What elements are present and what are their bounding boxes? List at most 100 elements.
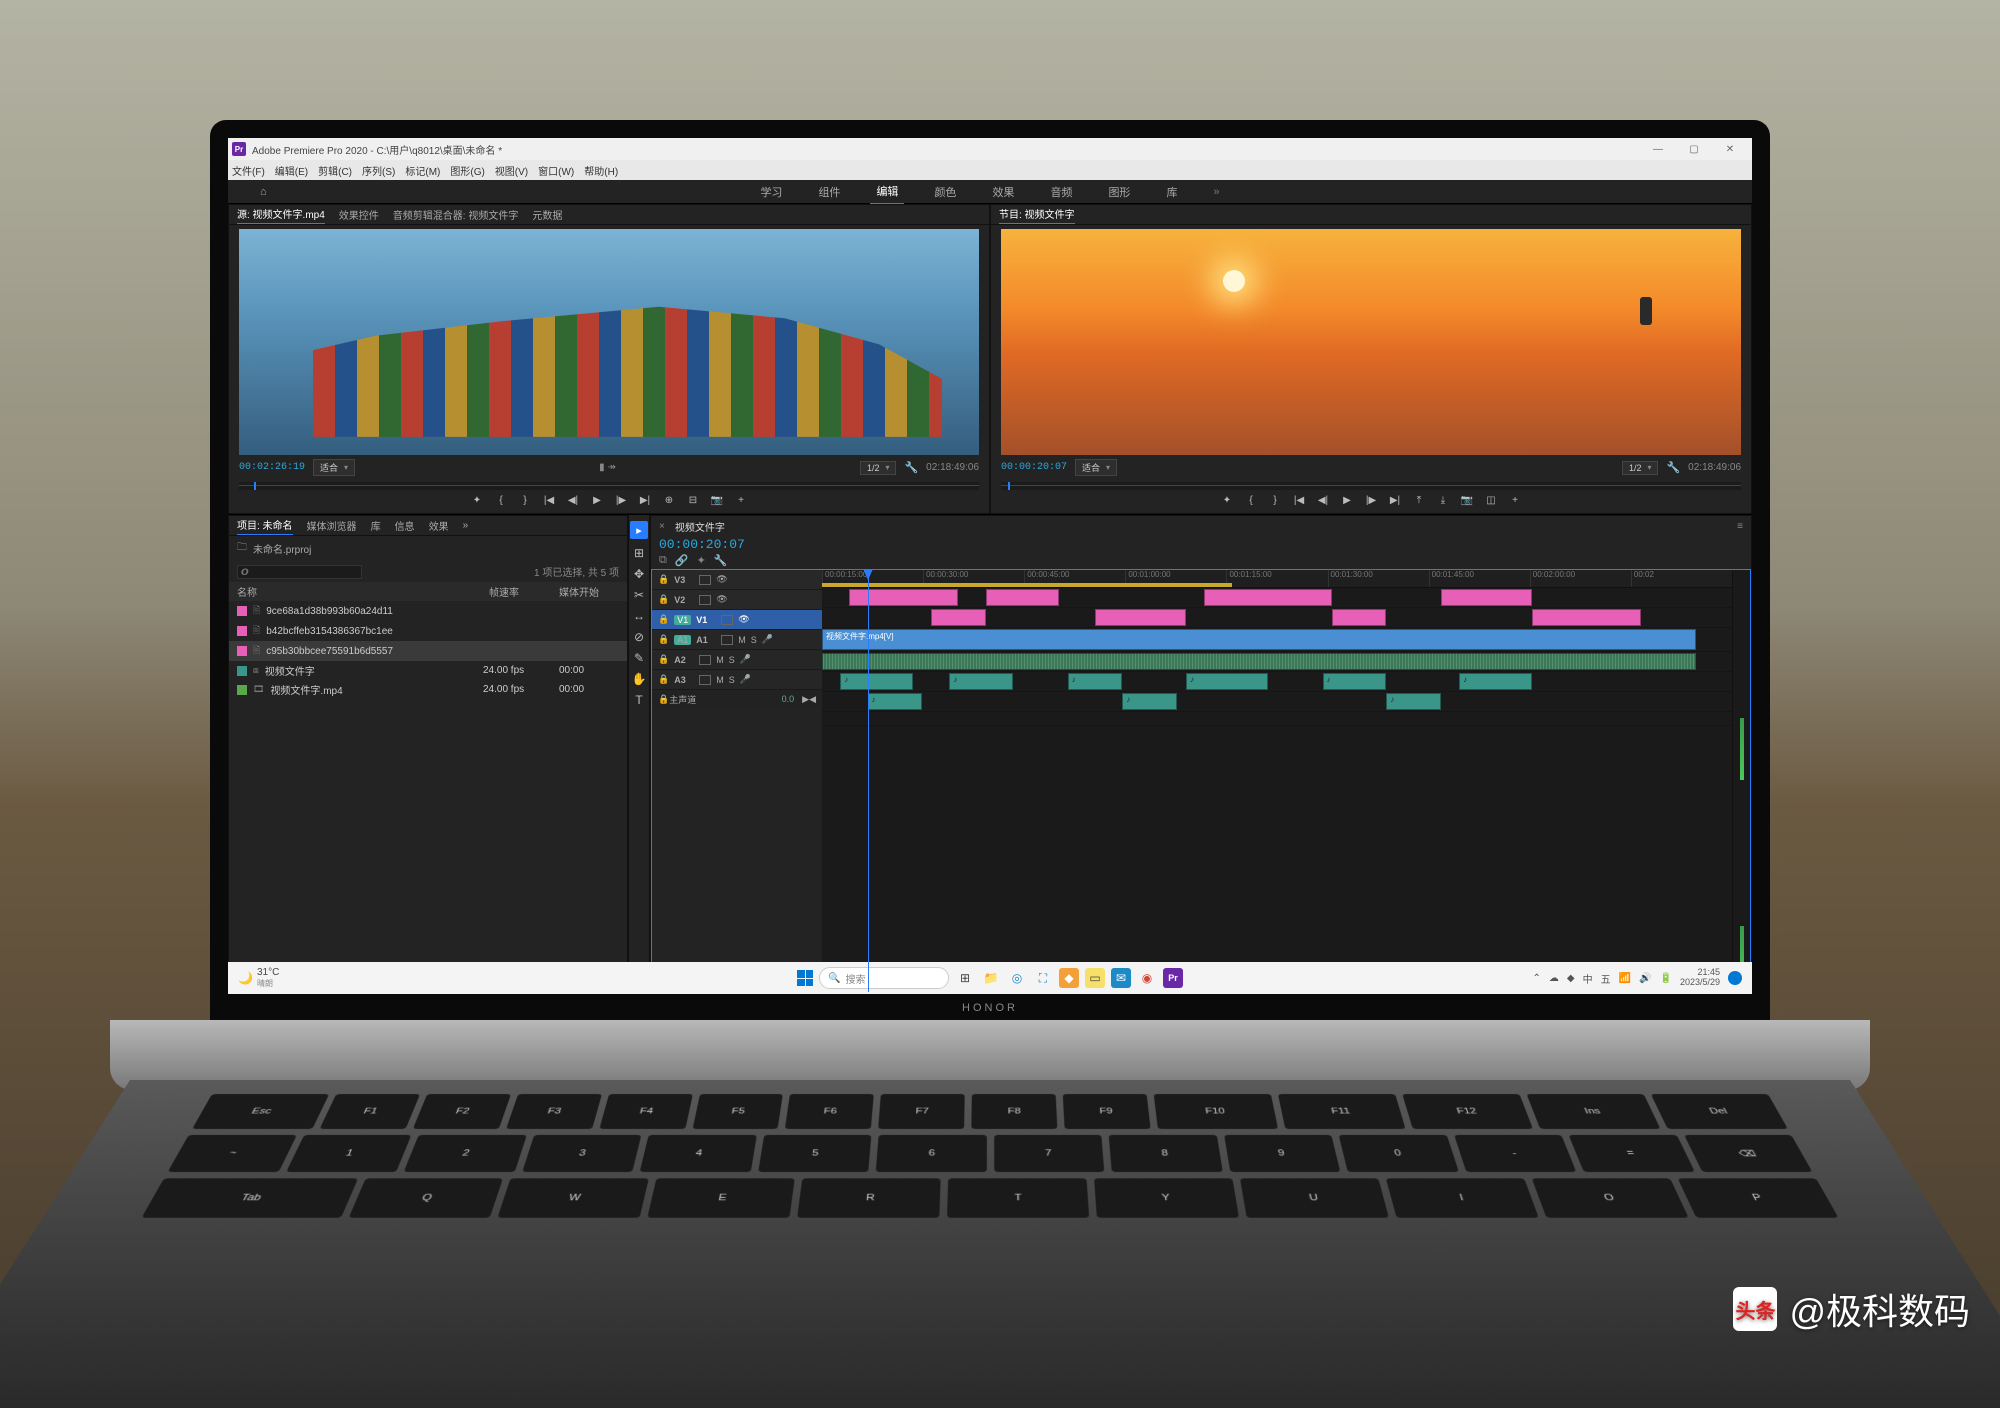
taskbar-clock[interactable]: 21:45 2023/5/29: [1680, 968, 1720, 988]
program-timecode[interactable]: 00:00:20:07: [1001, 462, 1067, 473]
audio-clip[interactable]: ♪: [1068, 673, 1123, 690]
explorer-icon[interactable]: 📁: [981, 968, 1001, 988]
master-track[interactable]: [822, 712, 1732, 726]
mute-icon[interactable]: M: [716, 675, 724, 685]
voice-record-icon[interactable]: 🎤: [740, 654, 751, 665]
export-frame-icon[interactable]: 📷: [710, 495, 724, 506]
audio-clip[interactable]: ♪: [1386, 693, 1441, 710]
column-framerate[interactable]: 帧速率: [489, 584, 559, 599]
column-name[interactable]: 名称: [237, 584, 489, 599]
audio-clip[interactable]: ♪: [868, 693, 923, 710]
home-icon[interactable]: ⌂: [254, 182, 273, 202]
premiere-icon[interactable]: Pr: [1163, 968, 1183, 988]
step-back-icon[interactable]: ◀|: [566, 495, 580, 506]
timeline-timecode[interactable]: 00:00:20:07: [651, 537, 1751, 552]
track-v3[interactable]: [822, 588, 1732, 608]
honor-icon[interactable]: ◆: [1567, 973, 1575, 984]
lock-icon[interactable]: 🔒: [658, 674, 669, 685]
project-item[interactable]: 🖹 9ce68a1d38b993b60a24d11: [229, 601, 627, 621]
mark-in-icon[interactable]: {: [1244, 495, 1258, 506]
snap-icon[interactable]: ⧉: [659, 554, 667, 567]
go-out-icon[interactable]: ▶|: [1388, 495, 1402, 506]
toggle-output-icon[interactable]: [721, 615, 733, 625]
clip[interactable]: [1095, 609, 1186, 626]
extract-icon[interactable]: ⤓: [1436, 495, 1450, 506]
close-button[interactable]: ✕: [1712, 144, 1748, 155]
workspace-audio[interactable]: 音频: [1044, 180, 1078, 204]
ripple-edit-tool-icon[interactable]: ✥: [634, 567, 644, 581]
tab-audio-clip-mixer[interactable]: 音频剪辑混合器: 视频文件字: [393, 207, 519, 222]
tray-chevron-icon[interactable]: ⌃: [1533, 973, 1541, 984]
menu-markers[interactable]: 标记(M): [405, 163, 440, 178]
lock-icon[interactable]: 🔒: [658, 594, 669, 605]
step-forward-icon[interactable]: |▶: [1364, 495, 1378, 506]
lock-icon[interactable]: 🔒: [658, 574, 669, 585]
track-header-v2[interactable]: 🔒V2👁: [652, 590, 822, 610]
workspace-color[interactable]: 颜色: [928, 180, 962, 204]
clip[interactable]: [931, 609, 986, 626]
tab-project[interactable]: 项目: 未命名: [237, 517, 293, 535]
wifi-icon[interactable]: 📶: [1619, 973, 1631, 984]
clip[interactable]: [1532, 609, 1641, 626]
project-item[interactable]: ⧈ 视频文件字 24.00 fps 00:00: [229, 661, 627, 680]
audio-clip[interactable]: [822, 653, 1696, 670]
track-a3[interactable]: ♪ ♪ ♪: [822, 692, 1732, 712]
panel-overflow-icon[interactable]: »: [463, 520, 469, 531]
tab-source[interactable]: 源: 视频文件字.mp4: [237, 206, 325, 224]
workspace-libraries[interactable]: 库: [1160, 180, 1183, 204]
track-header-a2[interactable]: 🔒A2MS🎤: [652, 650, 822, 670]
step-forward-icon[interactable]: |▶: [614, 495, 628, 506]
clip[interactable]: [1332, 609, 1387, 626]
clip[interactable]: [849, 589, 958, 606]
eye-icon[interactable]: 👁: [716, 594, 727, 605]
type-tool-icon[interactable]: T: [635, 693, 642, 707]
ime-mode[interactable]: 五: [1601, 971, 1611, 986]
source-timecode[interactable]: 00:02:26:19: [239, 462, 305, 473]
volume-icon[interactable]: 🔊: [1639, 973, 1651, 984]
toggle-output-icon[interactable]: [699, 575, 711, 585]
tab-effect-controls[interactable]: 效果控件: [339, 207, 379, 222]
clip[interactable]: [1204, 589, 1331, 606]
workspace-assembly[interactable]: 组件: [812, 180, 846, 204]
tab-metadata[interactable]: 元数据: [532, 207, 562, 222]
track-header-a1[interactable]: 🔒A1A1MS🎤: [652, 630, 822, 650]
solo-icon[interactable]: S: [729, 655, 735, 665]
project-item[interactable]: 🎞 视频文件字.mp4 24.00 fps 00:00: [229, 680, 627, 699]
source-fit-dropdown[interactable]: 适合: [313, 459, 355, 476]
notes-icon[interactable]: ▭: [1085, 968, 1105, 988]
menu-edit[interactable]: 编辑(E): [275, 163, 308, 178]
ime-lang[interactable]: 中: [1583, 971, 1593, 986]
track-select-tool-icon[interactable]: ⊞: [634, 546, 644, 560]
timeline-settings-icon[interactable]: 🔧: [714, 554, 728, 567]
toggle-output-icon[interactable]: [699, 595, 711, 605]
lock-icon[interactable]: 🔒: [658, 694, 669, 705]
add-marker-icon[interactable]: ✦: [470, 495, 484, 506]
solo-icon[interactable]: S: [729, 675, 735, 685]
minimize-button[interactable]: —: [1640, 144, 1676, 155]
clip[interactable]: [1441, 589, 1532, 606]
step-back-icon[interactable]: ◀|: [1316, 495, 1330, 506]
mute-icon[interactable]: M: [716, 655, 724, 665]
column-media-start[interactable]: 媒体开始: [559, 584, 619, 599]
menu-window[interactable]: 窗口(W): [538, 163, 574, 178]
voice-record-icon[interactable]: 🎤: [740, 674, 751, 685]
tab-media-browser[interactable]: 媒体浏览器: [307, 518, 357, 533]
settings-icon[interactable]: 🔧: [904, 461, 918, 474]
sequence-name[interactable]: 视频文件字: [675, 519, 725, 534]
track-v2[interactable]: [822, 608, 1732, 628]
lock-icon[interactable]: 🔒: [658, 634, 669, 645]
play-icon[interactable]: ▶: [1340, 495, 1354, 506]
comparison-icon[interactable]: ◫: [1484, 495, 1498, 506]
workspace-editing[interactable]: 编辑: [870, 179, 904, 205]
audio-clip[interactable]: ♪: [1323, 673, 1387, 690]
add-marker-icon[interactable]: ✦: [697, 554, 706, 567]
mail-icon[interactable]: ✉: [1111, 968, 1131, 988]
menu-view[interactable]: 视图(V): [495, 163, 528, 178]
program-fit-dropdown[interactable]: 适合: [1075, 459, 1117, 476]
tab-libraries[interactable]: 库: [371, 518, 381, 533]
master-track-header[interactable]: 🔒主声道0.0▶◀: [652, 690, 822, 708]
program-zoom-dropdown[interactable]: 1/2: [1622, 461, 1659, 475]
track-v1[interactable]: 视频文件字.mp4[V]: [822, 628, 1732, 652]
eye-icon[interactable]: 👁: [716, 574, 727, 585]
mute-icon[interactable]: M: [738, 635, 746, 645]
